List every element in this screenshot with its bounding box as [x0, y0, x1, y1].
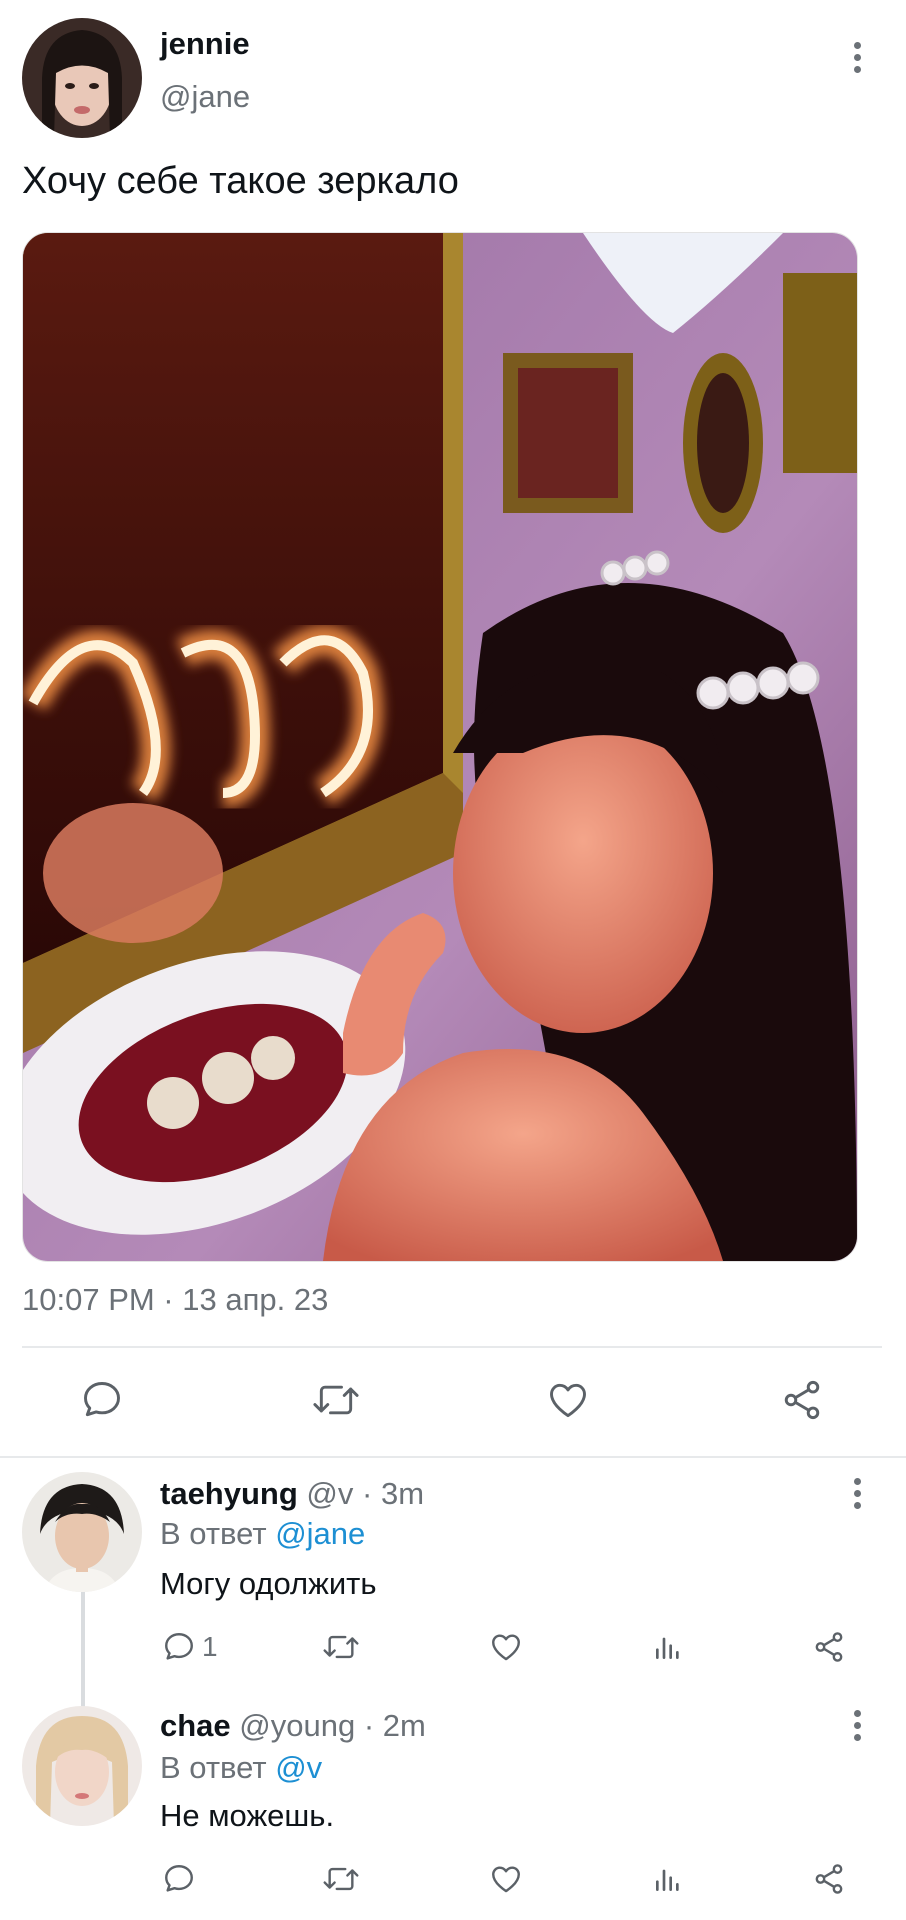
- tweet-photo[interactable]: [22, 232, 858, 1262]
- like-icon[interactable]: [545, 1378, 591, 1422]
- reply-count: 1: [202, 1631, 218, 1662]
- reply-to-link[interactable]: @v: [275, 1750, 322, 1785]
- author-name[interactable]: jennie: [160, 26, 250, 62]
- divider: [22, 1346, 882, 1348]
- more-options-icon[interactable]: [851, 1478, 863, 1509]
- divider: [0, 1456, 906, 1458]
- thread-line: [81, 1592, 85, 1708]
- reply-author-name[interactable]: taehyung: [160, 1476, 298, 1511]
- share-icon[interactable]: [780, 1378, 824, 1422]
- reply-avatar[interactable]: [22, 1706, 142, 1826]
- tweet-text: Хочу себе такое зеркало: [22, 160, 459, 202]
- reply-author-handle[interactable]: @v: [306, 1476, 353, 1511]
- tweet-timestamp: 10:07 PM · 13 апр. 23: [22, 1282, 329, 1317]
- reply-time: · 2m: [363, 1708, 426, 1743]
- share-icon[interactable]: [812, 1630, 846, 1664]
- photo-image: [23, 233, 857, 1261]
- author-handle[interactable]: @jane: [160, 79, 250, 115]
- reply-text: Не можешь.: [160, 1798, 335, 1833]
- reply-avatar[interactable]: [22, 1472, 142, 1592]
- retweet-icon[interactable]: [320, 1862, 362, 1896]
- retweet-icon[interactable]: [320, 1630, 362, 1664]
- reply-icon[interactable]: [162, 1862, 196, 1896]
- reply-text: Могу одолжить: [160, 1566, 377, 1601]
- reply-prefix: В ответ: [160, 1516, 267, 1551]
- author-avatar[interactable]: [22, 18, 142, 138]
- retweet-icon[interactable]: [310, 1378, 362, 1422]
- more-options-icon[interactable]: [851, 1710, 863, 1741]
- more-options-icon[interactable]: [851, 42, 863, 73]
- reply-icon[interactable]: [80, 1378, 124, 1422]
- like-icon[interactable]: [488, 1630, 524, 1664]
- reply-author-name[interactable]: chae: [160, 1708, 231, 1743]
- reply-icon[interactable]: 1: [162, 1630, 218, 1664]
- reply-time: · 3m: [362, 1476, 425, 1511]
- share-icon[interactable]: [812, 1862, 846, 1896]
- reply-prefix: В ответ: [160, 1750, 267, 1785]
- like-icon[interactable]: [488, 1862, 524, 1896]
- reply-author-handle[interactable]: @young: [239, 1708, 355, 1743]
- stats-icon[interactable]: [652, 1862, 684, 1896]
- reply-to-link[interactable]: @jane: [275, 1516, 365, 1551]
- stats-icon[interactable]: [652, 1630, 684, 1664]
